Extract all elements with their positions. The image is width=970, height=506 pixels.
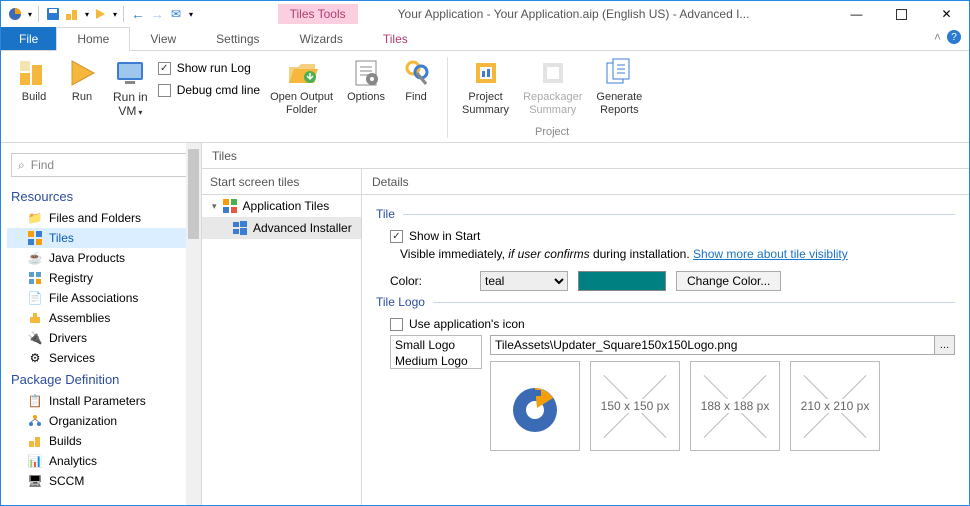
repackager-summary-button: Repackager Summary (519, 55, 586, 118)
tile-group-header: Tile (376, 207, 955, 221)
help-icon[interactable]: ? (947, 30, 961, 44)
debug-cmd-checkbox[interactable]: Debug cmd line (158, 83, 260, 97)
change-color-button[interactable]: Change Color... (676, 271, 781, 291)
params-icon: 📋 (27, 393, 43, 409)
tiles-icon (27, 230, 43, 246)
sidebar-scrollbar[interactable] (186, 143, 201, 505)
assemblies-icon (27, 310, 43, 326)
sidebar-item-builds[interactable]: Builds (7, 431, 201, 451)
visibility-link[interactable]: Show more about tile visiblity (693, 247, 848, 261)
java-icon: ☕ (27, 250, 43, 266)
section-package-def: Package Definition (7, 368, 201, 391)
sidebar-item-install-params[interactable]: 📋Install Parameters (7, 391, 201, 411)
mail-icon[interactable]: ✉ (168, 6, 184, 22)
forward-icon[interactable]: → (149, 6, 165, 22)
analytics-icon: 📊 (27, 453, 43, 469)
browse-button[interactable]: … (935, 335, 955, 355)
search-icon: ⌕ (18, 158, 25, 173)
sidebar-item-registry[interactable]: Registry (7, 268, 201, 288)
sidebar: ⌕ Find Resources 📁Files and Folders Tile… (1, 143, 201, 505)
build-dropdown[interactable]: ▾ (85, 10, 89, 19)
sidebar-item-sccm[interactable]: 🖥SCCM (7, 471, 201, 491)
main-title: Tiles (202, 143, 969, 169)
logo-thumb-210[interactable]: 210 x 210 px (790, 361, 880, 451)
builds-icon (27, 433, 43, 449)
tile-tree-app-tiles[interactable]: ▾ Application Tiles (202, 195, 361, 217)
back-icon[interactable]: ← (130, 6, 146, 22)
logo-size-list[interactable]: Small Logo Medium Logo (390, 335, 482, 369)
open-output-folder-button[interactable]: Open Output Folder (266, 55, 337, 118)
ribbon-collapse-icon[interactable]: ˄ (934, 30, 941, 44)
logo-thumb-150[interactable]: 150 x 150 px (590, 361, 680, 451)
ribbon-group-project: Project (535, 126, 569, 140)
sidebar-item-tiles[interactable]: Tiles (7, 228, 201, 248)
run-vm-button[interactable]: Run in VM▾ (109, 55, 152, 121)
app-icon (7, 6, 23, 22)
folder-icon: 📁 (27, 210, 43, 226)
tab-home[interactable]: Home (56, 27, 130, 51)
app-tiles-icon (222, 198, 238, 214)
minimize-button[interactable]: — (834, 1, 879, 27)
tile-logo-group-header: Tile Logo (376, 295, 955, 309)
tab-settings[interactable]: Settings (196, 27, 279, 50)
project-summary-button[interactable]: Project Summary (458, 55, 513, 118)
show-in-start-checkbox[interactable]: ✓Show in Start (390, 229, 480, 243)
logo-thumb-preview[interactable] (490, 361, 580, 451)
show-run-log-checkbox[interactable]: ✓Show run Log (158, 61, 260, 75)
close-button[interactable]: ✕ (924, 1, 969, 27)
visibility-text: Visible immediately, if user confirms du… (400, 247, 955, 261)
build-button[interactable]: Build (13, 55, 55, 106)
options-button[interactable]: Options (343, 55, 389, 106)
sccm-icon: 🖥 (27, 473, 43, 489)
logo-thumb-188[interactable]: 188 x 188 px (690, 361, 780, 451)
run-icon[interactable] (92, 6, 108, 22)
context-tab-tiles-tools: Tiles Tools (278, 4, 358, 24)
sidebar-item-java[interactable]: ☕Java Products (7, 248, 201, 268)
sidebar-item-assemblies[interactable]: Assemblies (7, 308, 201, 328)
logo-preview-icon (505, 376, 565, 436)
org-icon (27, 413, 43, 429)
windows-icon (232, 220, 248, 236)
run-dropdown[interactable]: ▾ (113, 10, 117, 19)
tab-file[interactable]: File (1, 27, 56, 50)
logo-path-input[interactable] (490, 335, 935, 355)
tile-tree-adv-installer[interactable]: Advanced Installer (202, 217, 361, 239)
tab-wizards[interactable]: Wizards (280, 27, 363, 50)
use-app-icon-checkbox[interactable]: Use application's icon (390, 317, 525, 331)
details-header: Details (362, 169, 969, 195)
gear-icon: ⚙ (27, 350, 43, 366)
collapse-icon[interactable]: ▾ (212, 201, 217, 212)
tab-view[interactable]: View (130, 27, 196, 50)
maximize-button[interactable] (879, 1, 924, 27)
sidebar-item-services[interactable]: ⚙Services (7, 348, 201, 368)
drivers-icon: 🔌 (27, 330, 43, 346)
file-assoc-icon: 📄 (27, 290, 43, 306)
section-resources: Resources (7, 185, 201, 208)
save-icon[interactable] (45, 6, 61, 22)
tab-tiles[interactable]: Tiles (363, 27, 428, 50)
sidebar-item-organization[interactable]: Organization (7, 411, 201, 431)
build-icon[interactable] (64, 6, 80, 22)
registry-icon (27, 270, 43, 286)
color-label: Color: (390, 274, 470, 288)
color-swatch (578, 271, 666, 291)
sidebar-item-files-folders[interactable]: 📁Files and Folders (7, 208, 201, 228)
tiles-tree-header: Start screen tiles (202, 169, 361, 195)
sidebar-item-analytics[interactable]: 📊Analytics (7, 451, 201, 471)
run-button[interactable]: Run (61, 55, 103, 106)
qat-dropdown[interactable]: ▾ (28, 10, 32, 19)
sidebar-find-input[interactable]: ⌕ Find (11, 153, 193, 177)
sidebar-item-drivers[interactable]: 🔌Drivers (7, 328, 201, 348)
generate-reports-button[interactable]: Generate Reports (592, 55, 646, 118)
window-title: Your Application - Your Application.aip … (398, 7, 750, 21)
find-button[interactable]: Find (395, 55, 437, 106)
color-select[interactable]: teal (480, 271, 568, 291)
sidebar-item-file-assoc[interactable]: 📄File Associations (7, 288, 201, 308)
